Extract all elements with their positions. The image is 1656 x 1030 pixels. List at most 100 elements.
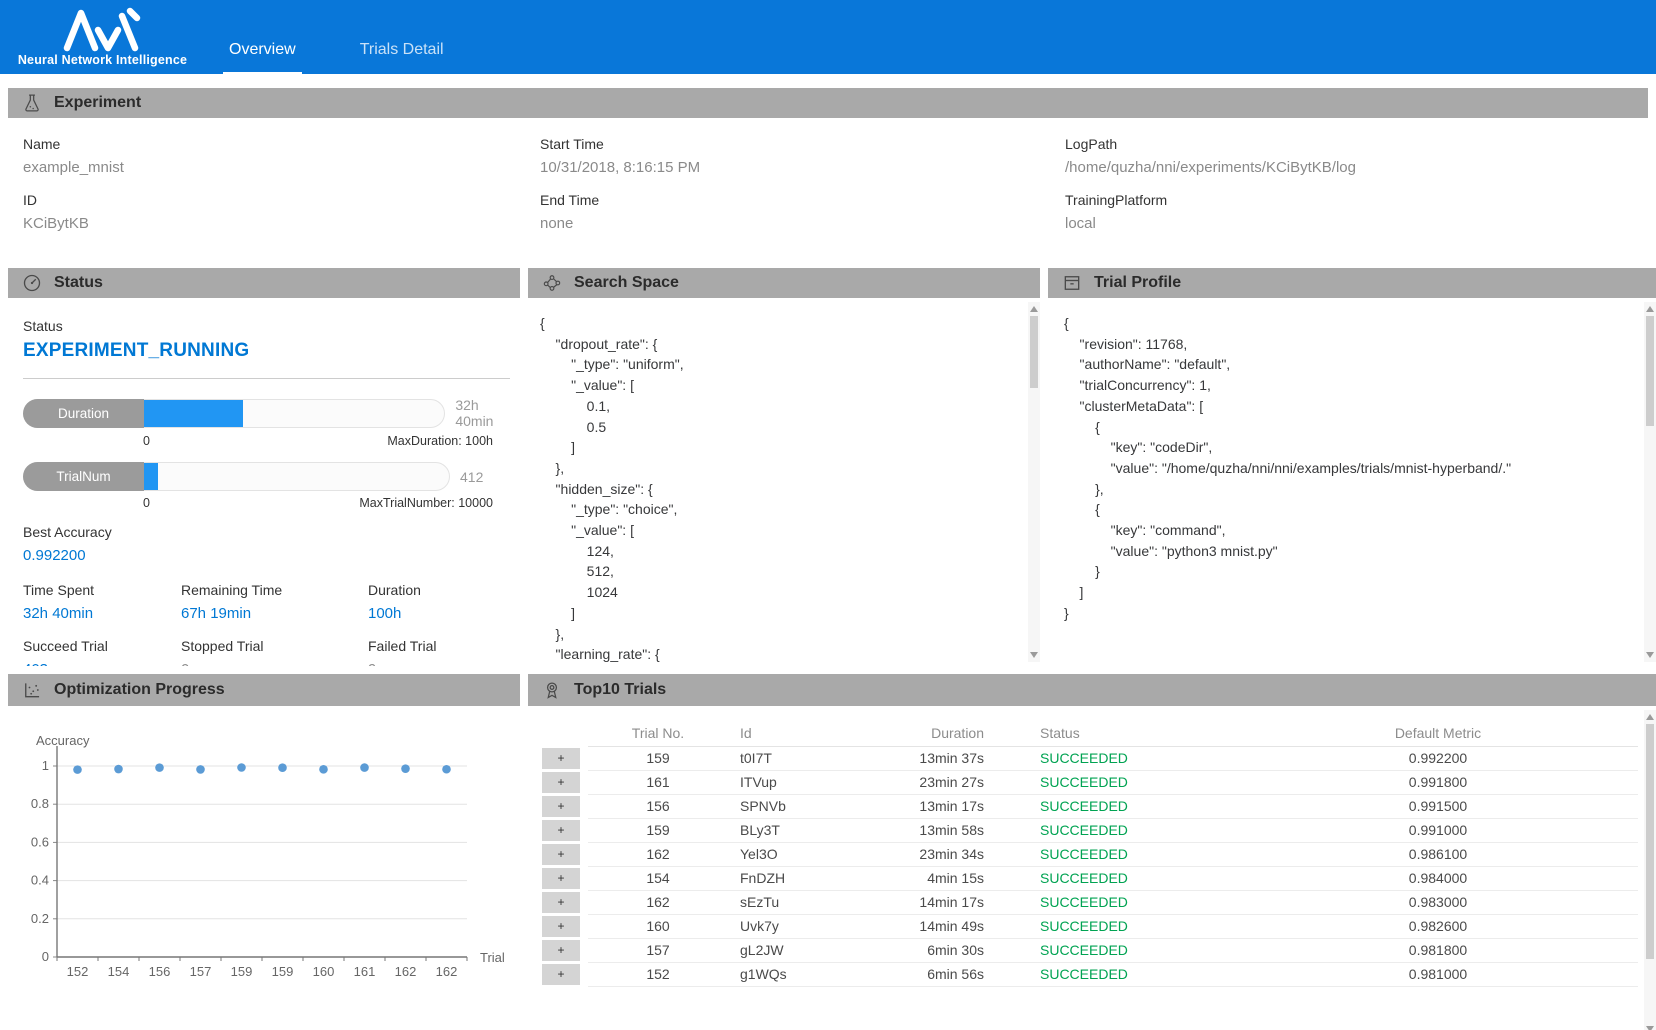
trial-metric-cell: 0.984000	[1238, 866, 1638, 890]
trial-id-cell: Uvk7y	[728, 914, 848, 938]
scroll-down-arrow[interactable]	[1030, 652, 1038, 658]
scatter-point	[114, 765, 123, 774]
trial-duration-cell: 6min 56s	[848, 962, 998, 986]
field-value: KCiBytKB	[23, 213, 540, 238]
trial-profile-section-header: Trial Profile	[1048, 268, 1656, 298]
logpath-field: LogPath /home/quzha/nni/experiments/KCiB…	[1065, 132, 1648, 182]
trial-status-cell: SUCCEEDED	[998, 770, 1238, 794]
trial-id-cell: ITVup	[728, 770, 848, 794]
scatter-point	[360, 763, 369, 772]
best-accuracy: Best Accuracy 0.992200	[23, 524, 520, 564]
field-value: 10/31/2018, 8:16:15 PM	[540, 157, 1065, 182]
stat-time-spent: Time Spent 32h 40min	[23, 582, 181, 622]
search-space-json: { "dropout_rate": { "_type": "uniform", …	[528, 298, 1040, 665]
scroll-up-arrow[interactable]	[1646, 714, 1654, 720]
field-label: Name	[23, 132, 540, 157]
top-trials-tbody: +159t0I7T13min 37sSUCCEEDED0.992200+161I…	[542, 746, 1646, 986]
scroll-down-arrow[interactable]	[1646, 1026, 1654, 1030]
tab-trials-detail[interactable]: Trials Detail	[354, 41, 450, 74]
trial-duration-cell: 4min 15s	[848, 866, 998, 890]
trial-duration-cell: 13min 58s	[848, 818, 998, 842]
scroll-up-arrow[interactable]	[1030, 306, 1038, 312]
expand-row-button[interactable]: +	[542, 940, 580, 961]
svg-text:0.6: 0.6	[31, 834, 49, 849]
scroll-up-arrow[interactable]	[1646, 306, 1654, 312]
trial-metric-cell: 0.991500	[1238, 794, 1638, 818]
optimization-chart-svg: 00.20.40.60.8115215415615715915916016116…	[20, 731, 520, 989]
scatter-plot-icon	[22, 680, 42, 700]
expand-row-button[interactable]: +	[542, 916, 580, 937]
trial-status-cell: SUCCEEDED	[998, 962, 1238, 986]
progress-value: 32h 40min	[455, 397, 520, 429]
trialnum-progress: TrialNum 412	[23, 462, 520, 491]
trial-id-cell: FnDZH	[728, 866, 848, 890]
top10-scrollbar[interactable]	[1644, 710, 1656, 1030]
trial-id-cell: sEzTu	[728, 890, 848, 914]
svg-text:160: 160	[313, 964, 335, 979]
column-duration: Duration	[848, 720, 998, 746]
expand-row-button[interactable]: +	[542, 772, 580, 793]
start-time-field: Start Time 10/31/2018, 8:16:15 PM	[540, 132, 1065, 182]
trial-duration-cell: 6min 30s	[848, 938, 998, 962]
field-label: ID	[23, 188, 540, 213]
trial-no-cell: 154	[588, 866, 728, 890]
status-panel: Status Status EXPERIMENT_RUNNING Duratio…	[8, 268, 520, 666]
trial-row: +162Yel3O23min 34sSUCCEEDED0.986100	[542, 842, 1646, 866]
progress-track: Duration	[23, 399, 445, 428]
experiment-name-field: Name example_mnist	[23, 132, 540, 182]
trial-duration-cell: 14min 49s	[848, 914, 998, 938]
trial-status-cell: SUCCEEDED	[998, 914, 1238, 938]
scroll-down-arrow[interactable]	[1646, 652, 1654, 658]
svg-text:Accuracy: Accuracy	[36, 733, 90, 748]
scroll-thumb[interactable]	[1646, 724, 1654, 959]
trial-id-cell: SPNVb	[728, 794, 848, 818]
trial-id-cell: g1WQs	[728, 962, 848, 986]
status-label: Status	[23, 318, 520, 334]
end-time-field: End Time none	[540, 188, 1065, 238]
field-label: TrainingPlatform	[1065, 188, 1648, 213]
field-value: local	[1065, 213, 1648, 238]
best-accuracy-label: Best Accuracy	[23, 524, 520, 540]
svg-text:0.8: 0.8	[31, 796, 49, 811]
field-value: none	[540, 213, 1065, 238]
scatter-point	[196, 765, 205, 774]
expand-row-button[interactable]: +	[542, 868, 580, 889]
expand-row-button[interactable]: +	[542, 796, 580, 817]
search-space-scrollbar[interactable]	[1028, 302, 1040, 662]
expand-row-button[interactable]: +	[542, 844, 580, 865]
trial-no-cell: 157	[588, 938, 728, 962]
progress-track: TrialNum	[23, 462, 450, 491]
divider	[23, 378, 510, 379]
svg-text:0.4: 0.4	[31, 873, 49, 888]
scatter-point	[401, 764, 410, 773]
optimization-section-header: Optimization Progress	[8, 674, 520, 706]
expand-row-button[interactable]: +	[542, 820, 580, 841]
svg-text:154: 154	[108, 964, 130, 979]
trial-no-cell: 161	[588, 770, 728, 794]
scroll-thumb[interactable]	[1030, 316, 1038, 388]
svg-text:159: 159	[231, 964, 253, 979]
expand-row-button[interactable]: +	[542, 748, 580, 769]
trial-metric-cell: 0.986100	[1238, 842, 1638, 866]
expand-row-button[interactable]: +	[542, 964, 580, 985]
progress-value: 412	[460, 469, 483, 485]
top10-section-header: Top10 Trials	[528, 674, 1656, 706]
trial-status-cell: SUCCEEDED	[998, 842, 1238, 866]
top10-title: Top10 Trials	[574, 681, 666, 699]
scroll-thumb[interactable]	[1646, 316, 1654, 426]
tab-overview[interactable]: Overview	[223, 41, 302, 74]
trial-profile-scrollbar[interactable]	[1644, 302, 1656, 662]
expand-row-button[interactable]: +	[542, 892, 580, 913]
trial-row: +159BLy3T13min 58sSUCCEEDED0.991000	[542, 818, 1646, 842]
stat-stopped-trial: Stopped Trial 0	[181, 638, 368, 666]
trial-status-cell: SUCCEEDED	[998, 866, 1238, 890]
svg-text:161: 161	[354, 964, 376, 979]
trial-metric-cell: 0.983000	[1238, 890, 1638, 914]
search-space-section-header: Search Space	[528, 268, 1040, 298]
main-tabs: Overview Trials Detail	[223, 0, 502, 74]
status-section-header: Status	[8, 268, 520, 298]
axis-max: MaxDuration: 100h	[387, 434, 493, 448]
trial-metric-cell: 0.992200	[1238, 746, 1638, 770]
progress-label: Duration	[23, 399, 144, 428]
hyperparameter-graph-icon	[542, 273, 562, 293]
